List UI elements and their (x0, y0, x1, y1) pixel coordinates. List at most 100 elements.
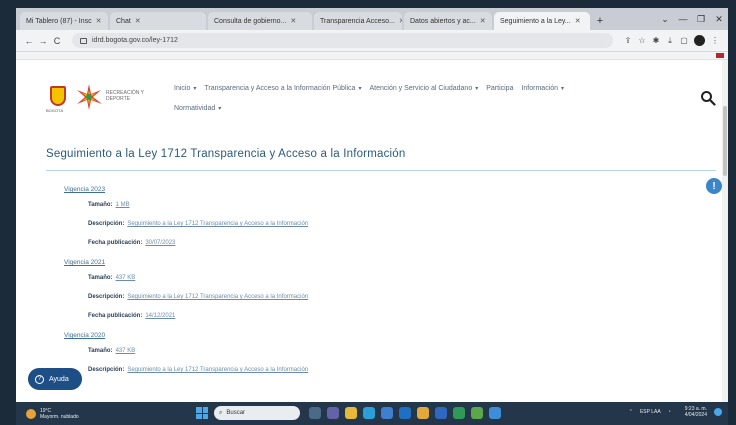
tab-label: Chat (116, 17, 131, 25)
windows-start-icon[interactable] (196, 407, 208, 419)
tab-label: Transparencia Acceso... (320, 17, 395, 25)
tab-search-button[interactable]: ⌄ (656, 14, 674, 25)
document-link[interactable]: Vigencia 2023 (64, 184, 684, 196)
browser-tab[interactable]: Mi Tablero (87) - Insc ✕ (20, 12, 108, 30)
document-link[interactable]: Vigencia 2021 (64, 257, 684, 269)
close-icon[interactable]: ✕ (575, 17, 581, 25)
field-value[interactable]: Seguimiento a la Ley 1712 Transparencia … (127, 367, 308, 373)
window-controls: ⌄ — ❐ ✕ (656, 8, 728, 30)
field-value[interactable]: Seguimiento a la Ley 1712 Transparencia … (127, 221, 308, 227)
close-icon[interactable]: ✕ (399, 17, 402, 25)
new-tab-button[interactable]: + (592, 12, 608, 30)
edge-icon[interactable] (363, 407, 375, 419)
nav-item-atencion[interactable]: Atención y Servicio al Ciudadano ▾ (369, 84, 478, 94)
chrome-icon[interactable] (417, 407, 429, 419)
close-icon[interactable]: ✕ (290, 17, 296, 25)
nav-item-label: Atención y Servicio al Ciudadano (369, 85, 473, 92)
close-icon[interactable]: ✕ (135, 17, 141, 25)
browser-tab[interactable]: Datos abiertos y ac... ✕ (404, 12, 492, 30)
browser-tab[interactable]: Transparencia Acceso... ✕ (314, 12, 402, 30)
taskbar-search[interactable]: ⌕ Buscar (214, 406, 300, 420)
nav-item-inicio[interactable]: Inicio ▾ (174, 84, 196, 94)
field-label: Descripción: (88, 221, 125, 227)
search-icon: ⌕ (219, 409, 223, 416)
field-label: Fecha publicación: (88, 240, 143, 246)
nav-item-label: Participa (486, 85, 514, 92)
nav-item-transparencia[interactable]: Transparencia y Acceso a la Información … (204, 84, 361, 94)
field-label: Tamaño: (88, 348, 113, 354)
address-bar[interactable]: idrd.bogota.gov.co/ley-1712 (72, 33, 613, 48)
weather-widget[interactable]: 19°C Mayorm. nublado (26, 408, 86, 420)
forward-button[interactable]: → (36, 36, 50, 46)
chevron-down-icon: ▾ (193, 86, 197, 92)
language-indicator[interactable]: ESP LAA (640, 409, 661, 415)
share-icon[interactable]: ⇪ (621, 36, 635, 45)
help-button[interactable]: ? Ayuda (28, 368, 82, 390)
field-value[interactable]: 30/07/2023 (145, 240, 175, 246)
browser-tab[interactable]: Consulta de gobierno... ✕ (208, 12, 312, 30)
app-icon[interactable] (489, 407, 501, 419)
nav-row: Inicio ▾ Transparencia y Acceso a la Info… (174, 84, 644, 94)
logo-text: RECREACIÓN Y DEPORTE (106, 90, 144, 102)
close-window-button[interactable]: ✕ (710, 14, 728, 25)
system-tray: ⌃ ESP LAA ◔ 9:23 a. m. 4/04/2024 (622, 406, 722, 418)
nav-item-label: Normatividad (174, 105, 216, 112)
field-value[interactable]: Seguimiento a la Ley 1712 Transparencia … (127, 294, 308, 300)
close-icon[interactable]: ✕ (480, 17, 486, 25)
app-icon[interactable] (471, 407, 483, 419)
field-value[interactable]: 14/12/2021 (145, 313, 175, 319)
field-label: Tamaño: (88, 202, 113, 208)
main-nav: Inicio ▾ Transparencia y Acceso a la Info… (174, 84, 644, 114)
extensions-icon[interactable]: ✱ (649, 36, 663, 45)
nav-item-participa[interactable]: Participa (486, 84, 513, 94)
search-icon[interactable] (700, 90, 716, 106)
excel-icon[interactable] (453, 407, 465, 419)
browser-tab-active[interactable]: Seguimiento a la Ley... ✕ (494, 12, 590, 30)
nav-item-label: Inicio (174, 85, 191, 92)
sidepanel-icon[interactable]: ▢ (677, 36, 691, 45)
nav-item-normatividad[interactable]: Normatividad ▾ (174, 104, 221, 114)
field-value[interactable]: 437 KB (116, 275, 136, 281)
document-link[interactable]: Vigencia 2020 (64, 330, 684, 342)
idrd-star-logo[interactable] (74, 82, 104, 112)
maximize-button[interactable]: ❐ (692, 14, 710, 25)
back-button[interactable]: ← (22, 36, 36, 46)
clock[interactable]: 9:23 a. m. 4/04/2024 (678, 406, 707, 418)
weather-text: 19°C Mayorm. nublado (40, 408, 79, 420)
page-scrollbar[interactable] (722, 60, 728, 402)
scrollbar-thumb[interactable] (723, 106, 727, 176)
document-size: Tamaño: 437 KB (88, 342, 684, 361)
download-icon[interactable]: ⤓ (663, 36, 677, 46)
close-icon[interactable]: ✕ (96, 17, 102, 25)
outlook-icon[interactable] (399, 407, 411, 419)
url-text: idrd.bogota.gov.co/ley-1712 (92, 37, 178, 44)
field-value[interactable]: 1 MB (116, 202, 130, 208)
wifi-icon[interactable]: ◔ (668, 409, 671, 415)
task-view-icon[interactable] (309, 407, 321, 419)
bogota-shield-logo[interactable] (50, 86, 66, 106)
notification-icon[interactable] (714, 408, 722, 416)
file-explorer-icon[interactable] (345, 407, 357, 419)
taskbar-apps: ⌕ Buscar (196, 406, 504, 420)
nav-item-informacion[interactable]: Información ▾ (521, 84, 564, 94)
field-label: Descripción: (88, 294, 125, 300)
word-icon[interactable] (435, 407, 447, 419)
menu-icon[interactable]: ⋮ (708, 36, 722, 45)
chevron-up-icon[interactable]: ⌃ (629, 409, 633, 415)
profile-avatar[interactable] (694, 35, 705, 46)
document-description: Descripción: Seguimiento a la Ley 1712 Tr… (88, 288, 684, 307)
document-list: Vigencia 2023 Tamaño: 1 MB Descripción: Se… (64, 184, 684, 384)
page-title: Seguimiento a la Ley 1712 Transparencia … (46, 148, 406, 160)
browser-tab[interactable]: Chat ✕ (110, 12, 206, 30)
store-icon[interactable] (381, 407, 393, 419)
teams-icon[interactable] (327, 407, 339, 419)
tab-label: Mi Tablero (87) - Insc (26, 17, 92, 25)
reload-button[interactable]: C (50, 36, 64, 46)
tab-label: Datos abiertos y ac... (410, 17, 476, 25)
bookmark-star-icon[interactable]: ☆ (635, 36, 649, 45)
field-value[interactable]: 437 KB (116, 348, 136, 354)
nav-item-label: Transparencia y Acceso a la Información … (204, 85, 356, 92)
info-icon[interactable]: ! (706, 178, 722, 194)
minimize-button[interactable]: — (674, 14, 692, 24)
chevron-down-icon: ▾ (358, 86, 362, 92)
